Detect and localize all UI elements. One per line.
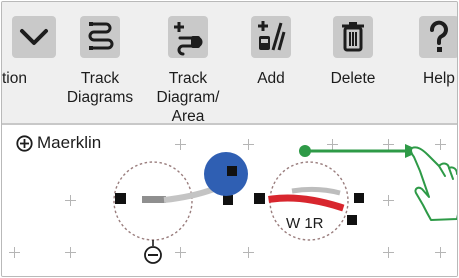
selected-track-element[interactable] [204, 152, 248, 196]
add-button[interactable]: Add [231, 2, 311, 125]
track-diagram-canvas[interactable]: Maerklin W 1R [2, 127, 457, 276]
app-frame: tion Track Diagrams Track Diagram/ Area … [1, 1, 458, 277]
track-diagrams-icon [80, 16, 120, 58]
pointing-hand-icon [409, 146, 457, 221]
collapse-node-icon[interactable] [144, 246, 162, 264]
add-accessory-icon [251, 16, 291, 58]
toolbar: tion Track Diagrams Track Diagram/ Area … [2, 2, 457, 125]
track-diagram-area-label: Track Diagram/ Area [156, 70, 220, 125]
track-diagrams-button[interactable]: Track Diagrams [60, 2, 140, 125]
help-button[interactable]: Help [399, 2, 457, 125]
trash-icon [333, 16, 373, 58]
help-label: Help [423, 70, 455, 87]
drag-arrow [299, 144, 421, 158]
track-diagram-area-icon [168, 16, 208, 58]
track-diagrams-label: Track Diagrams [66, 70, 134, 106]
delete-button[interactable]: Delete [313, 2, 393, 125]
track-diagram-area-button[interactable]: Track Diagram/ Area [148, 2, 228, 125]
turnout-label: W 1R [286, 215, 324, 232]
question-icon [419, 16, 457, 58]
cut-off-tool-label: tion [2, 70, 27, 87]
add-label: Add [257, 70, 285, 87]
expand-menu-button[interactable] [2, 2, 62, 125]
chevron-down-icon [12, 16, 56, 58]
delete-label: Delete [330, 70, 376, 87]
track-elements [113, 144, 457, 264]
